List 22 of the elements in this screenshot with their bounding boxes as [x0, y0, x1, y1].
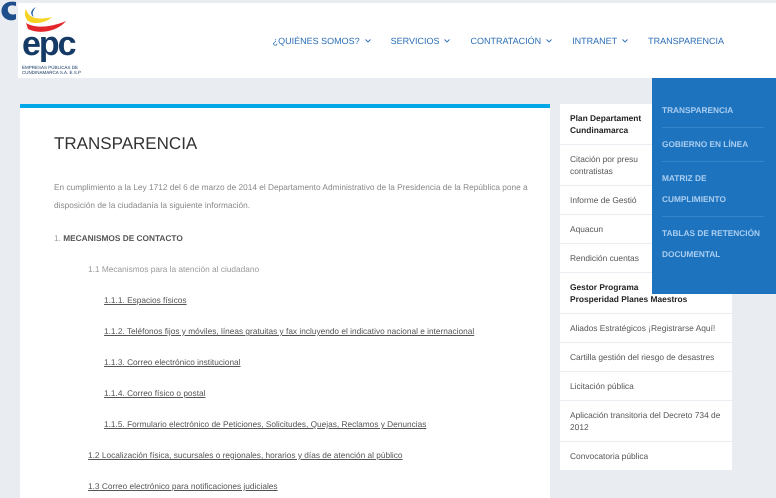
document-link[interactable]: 1.1.5. Formulario electrónico de Peticiones, Solicitudes, Quejas, Reclamos y Denuncias	[104, 419, 426, 429]
nav-link[interactable]: TRANSPARENCIA	[648, 36, 724, 46]
sidebar-link[interactable]: Aliados Estratégicos ¡Registrarse Aquí!	[560, 314, 732, 342]
document-link[interactable]: 1.1.2. Teléfonos fijos y móviles, líneas gratuitas y fax incluyendo el indicativo nacional e internacional	[104, 326, 474, 336]
document-link[interactable]: 1.3 Correo electrónico para notificaciones judiciales	[88, 481, 278, 491]
sidebar-link[interactable]: Cartilla gestión del riesgo de desastres	[560, 343, 732, 371]
nav-link[interactable]: SERVICIOS	[390, 36, 450, 46]
sidebar-link[interactable]: Aplicación transitoria del Decreto 734 de 2012	[560, 401, 732, 441]
corner-shape-icon	[0, 0, 16, 22]
section-heading: 1. MECANISMOS DE CONTACTO	[54, 233, 183, 243]
page-title: TRANSPARENCIA	[54, 134, 198, 154]
document-link[interactable]: 1.2 Localización física, sucursales o regionales, horarios y días de atención al público	[88, 450, 403, 460]
nav-link[interactable]: INTRANET	[572, 36, 628, 46]
document-link[interactable]: 1.1.4. Correo físico o postal	[104, 388, 206, 398]
subsection-title: 1.1 Mecanismos para la atención al ciudadano	[88, 264, 260, 274]
intro-paragraph: En cumplimiento a la Ley 1712 del 6 de marzo de 2014 el Departamento Administrativo de la Presidencia de la República pone a disposición de la ciudadanía la siguiente información.	[54, 181, 529, 212]
document-link[interactable]: 1.1.1. Espacios físicos	[104, 295, 187, 305]
nav-link[interactable]: ¿QUIÉNES SOMOS?	[272, 36, 371, 46]
sidebar-link[interactable]: Convocatoria pública	[560, 442, 732, 470]
sidebar-link[interactable]: Licitación pública	[560, 372, 732, 400]
document-link[interactable]: 1.1.3. Correo electrónico institucional	[104, 357, 241, 367]
nav-link[interactable]: CONTRATACIÓN	[470, 36, 552, 46]
